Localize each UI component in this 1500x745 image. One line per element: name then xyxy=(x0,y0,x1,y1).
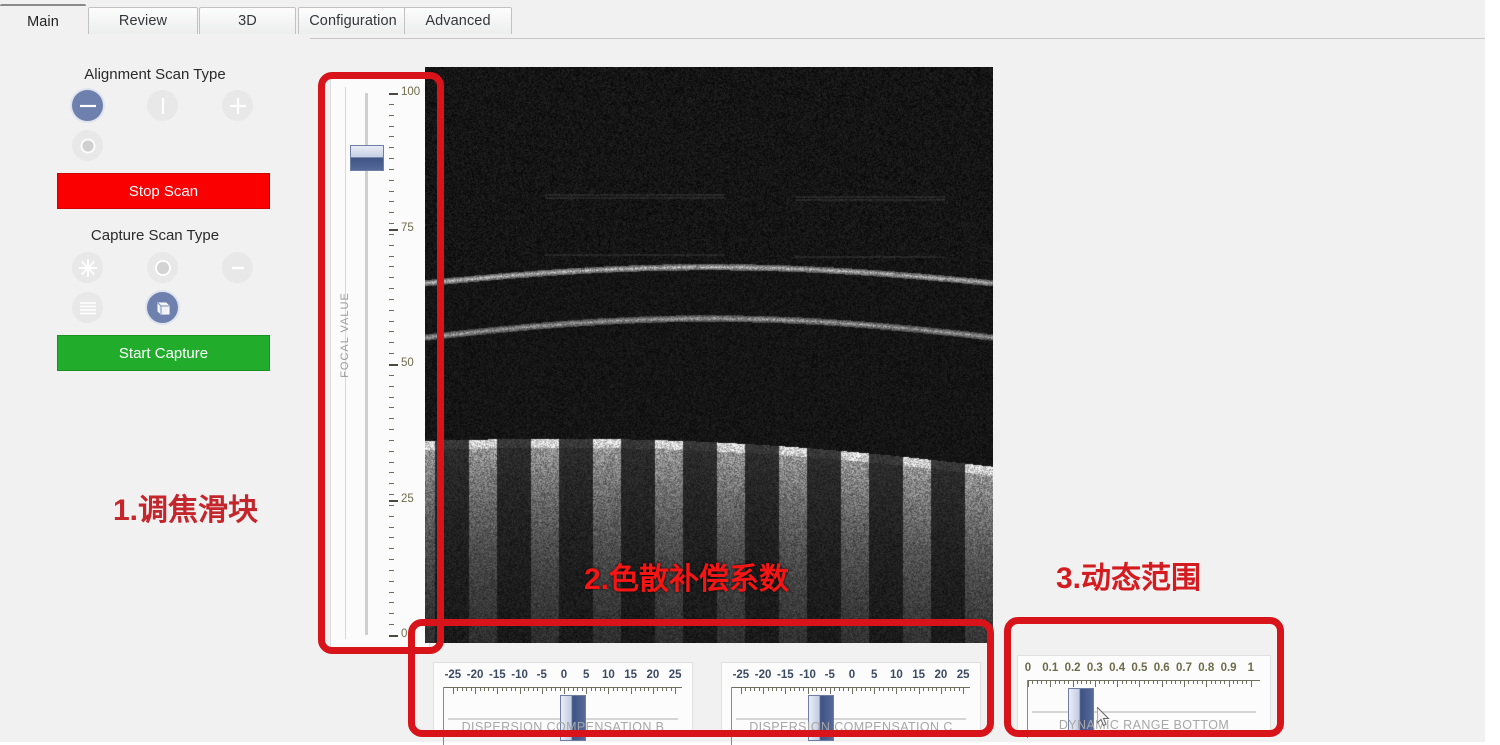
circle-scan-icon[interactable] xyxy=(147,252,178,283)
tab-review[interactable]: Review xyxy=(88,7,198,34)
annotation-dynamic-range: 3.动态范围 xyxy=(1056,553,1201,597)
capture-scan-type-row-2 xyxy=(72,292,178,323)
annotation-box-dynamic-range xyxy=(1004,617,1284,737)
annotation-box-focus xyxy=(318,72,444,654)
annotation-box-dispersion xyxy=(408,619,994,737)
radial-star-scan-icon[interactable] xyxy=(72,252,103,283)
tab-main[interactable]: Main xyxy=(0,4,86,37)
alignment-scan-type-row-2 xyxy=(72,130,103,161)
horizontal-line-scan-icon[interactable] xyxy=(72,90,103,121)
vertical-line-scan-icon[interactable] xyxy=(147,90,178,121)
capture-scan-type-label: Capture Scan Type xyxy=(0,227,310,244)
application-window: Main Review 3D Configuration Advanced Al… xyxy=(0,0,1485,742)
annotation-dispersion: 2.色散补偿系数 xyxy=(584,554,789,598)
alignment-scan-type-label: Alignment Scan Type xyxy=(0,66,310,83)
circle-scan-icon[interactable] xyxy=(72,130,103,161)
alignment-scan-type-row-1 xyxy=(72,90,253,121)
tab-bar: Main Review 3D Configuration Advanced xyxy=(0,0,1485,39)
start-capture-button[interactable]: Start Capture xyxy=(57,335,270,371)
left-control-panel: Alignment Scan Type Stop Scan Capture Sc… xyxy=(0,38,310,742)
capture-scan-type-row-1 xyxy=(72,252,253,283)
volume-cube-scan-icon[interactable] xyxy=(147,292,178,323)
mouse-cursor xyxy=(1097,707,1111,727)
tab-advanced[interactable]: Advanced xyxy=(404,7,512,34)
stop-scan-button[interactable]: Stop Scan xyxy=(57,173,270,209)
cross-scan-icon[interactable] xyxy=(222,90,253,121)
single-line-scan-icon[interactable] xyxy=(222,252,253,283)
tab-configuration[interactable]: Configuration xyxy=(298,7,408,34)
annotation-focus-slider: 1.调焦滑块 xyxy=(113,485,258,529)
raster-lines-scan-icon[interactable] xyxy=(72,292,103,323)
tab-3d[interactable]: 3D xyxy=(199,7,296,34)
page-right-margin xyxy=(1485,0,1500,742)
